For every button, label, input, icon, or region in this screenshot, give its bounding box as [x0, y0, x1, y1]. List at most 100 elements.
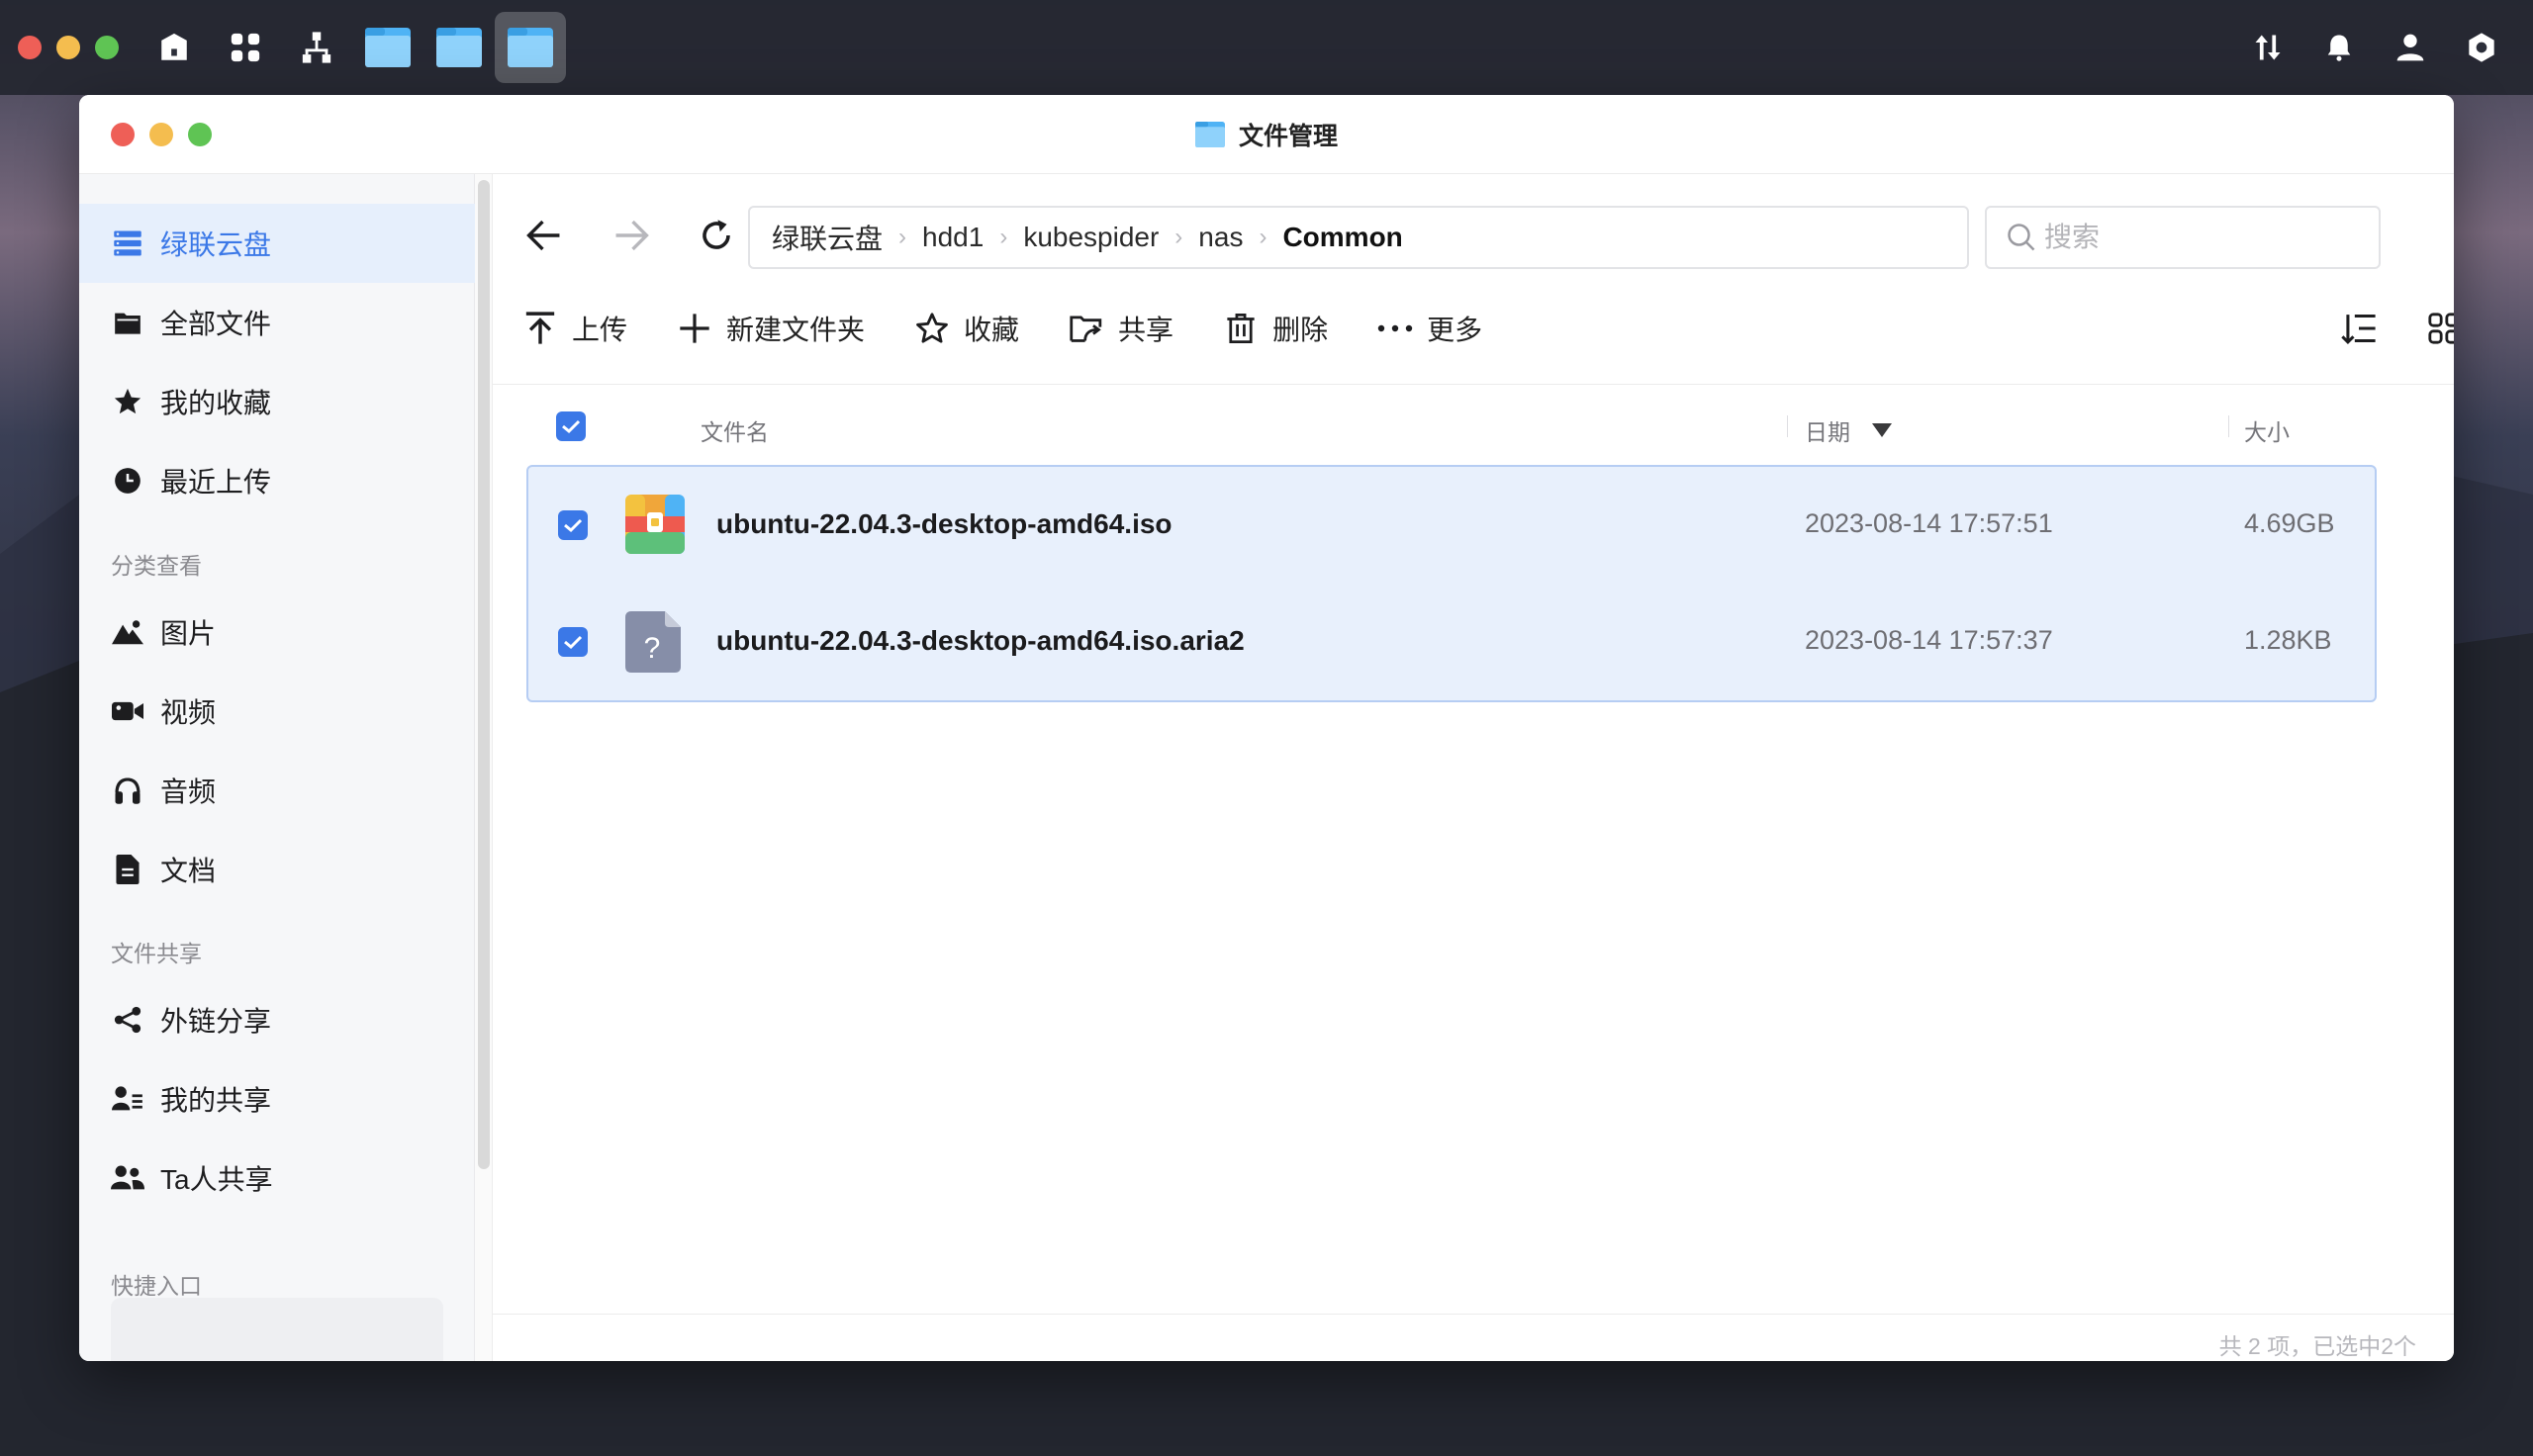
grid-view-button[interactable]	[2420, 305, 2454, 352]
file-date: 2023-08-14 17:57:37	[1805, 625, 2053, 655]
arrow-left-icon	[526, 220, 560, 251]
sidebar-item-label: Ta人共享	[160, 1164, 273, 1195]
folder-icon[interactable]	[423, 12, 495, 83]
folder-icon[interactable]	[495, 12, 566, 83]
sidebar-item-all-files[interactable]: 全部文件	[79, 283, 475, 362]
new-folder-button[interactable]: 新建文件夹	[677, 299, 865, 358]
bell-icon[interactable]	[2315, 24, 2363, 71]
file-name[interactable]: ubuntu-22.04.3-desktop-amd64.iso	[716, 508, 1173, 540]
folder-icon	[1195, 122, 1225, 147]
close-dot[interactable]	[18, 36, 42, 59]
sidebar-item-favorites[interactable]: 我的收藏	[79, 362, 475, 441]
home-icon[interactable]	[139, 12, 210, 83]
file-manager-window: 文件管理 绿联云盘 全部文件 我的收藏 最近上传 分类查看 图片 视频 音频 文…	[79, 95, 2454, 1361]
svg-text:?: ?	[644, 632, 661, 665]
column-divider[interactable]	[1787, 415, 1788, 437]
file-list-header: 文件名 日期 大小	[493, 384, 2454, 471]
sidebar-item-recent-uploads[interactable]: 最近上传	[79, 441, 475, 520]
settings-hex-icon[interactable]	[2458, 24, 2505, 71]
file-size: 4.69GB	[2244, 508, 2335, 538]
user-icon[interactable]	[2387, 24, 2434, 71]
more-button[interactable]: 更多	[1377, 299, 1482, 358]
sidebar-item-label: 全部文件	[160, 309, 272, 339]
archive-icon	[625, 495, 685, 556]
transfer-icon[interactable]	[2244, 24, 2292, 71]
check-icon	[562, 419, 581, 434]
window-title: 文件管理	[79, 117, 2454, 152]
clock-icon	[111, 464, 144, 498]
status-text: 共 2 项，已选中2个	[2218, 1333, 2416, 1359]
desktop-top-bar	[0, 0, 2533, 95]
breadcrumb-item[interactable]: kubespider	[1023, 222, 1159, 253]
sidebar-item-audio[interactable]: 音频	[79, 751, 475, 830]
video-icon	[111, 694, 144, 728]
minimize-dot[interactable]	[56, 36, 80, 59]
sort-list-icon	[2341, 315, 2376, 345]
sort-button[interactable]	[2335, 305, 2383, 352]
new-folder-label: 新建文件夹	[726, 315, 866, 345]
main-panel: 绿联云盘 › hdd1 › kubespider › nas › Common …	[493, 174, 2454, 1361]
column-header-name[interactable]: 文件名	[701, 413, 769, 447]
breadcrumb-item[interactable]: 绿联云盘	[772, 218, 883, 257]
file-row[interactable]: ubuntu-22.04.3-desktop-amd64.iso 2023-08…	[528, 467, 2375, 584]
select-all-checkbox[interactable]	[556, 411, 586, 441]
share-label: 共享	[1118, 315, 1174, 345]
sidebar-scrollbar-thumb[interactable]	[478, 180, 490, 1169]
file-name[interactable]: ubuntu-22.04.3-desktop-amd64.iso.aria2	[716, 625, 1245, 657]
share-icon	[111, 1003, 144, 1037]
chevron-right-icon: ›	[898, 224, 907, 250]
chevron-right-icon: ›	[1259, 224, 1267, 250]
sidebar-item-label: 音频	[160, 776, 217, 807]
action-toolbar: 上传 新建文件夹 收藏 共享 删除 更多	[522, 299, 1532, 358]
forward-button[interactable]	[602, 206, 661, 265]
maximize-dot[interactable]	[95, 36, 119, 59]
sidebar-item-others-shares[interactable]: Ta人共享	[79, 1138, 475, 1218]
favorite-button[interactable]: 收藏	[914, 299, 1019, 358]
row-checkbox[interactable]	[558, 510, 588, 540]
sidebar-item-images[interactable]: 图片	[79, 592, 475, 672]
user-list-icon	[111, 1082, 144, 1116]
sidebar-item-ugreen-cloud[interactable]: 绿联云盘	[79, 204, 475, 283]
sidebar-item-my-shares[interactable]: 我的共享	[79, 1059, 475, 1138]
column-divider[interactable]	[2228, 415, 2229, 437]
share-button[interactable]: 共享	[1069, 299, 1173, 358]
breadcrumb: 绿联云盘 › hdd1 › kubespider › nas › Common	[748, 206, 1969, 269]
file-row[interactable]: ? ubuntu-22.04.3-desktop-amd64.iso.aria2…	[528, 584, 2375, 700]
status-divider	[493, 1314, 2454, 1315]
breadcrumb-current[interactable]: Common	[1282, 222, 1402, 253]
sidebar-item-label: 我的收藏	[160, 388, 272, 418]
folder-icon[interactable]	[352, 12, 423, 83]
apps-grid-icon[interactable]	[210, 12, 281, 83]
breadcrumb-item[interactable]: hdd1	[922, 222, 984, 253]
headphones-icon	[111, 774, 144, 807]
sidebar-scrollbar[interactable]	[475, 174, 493, 1361]
search-icon	[2008, 224, 2035, 251]
column-header-date[interactable]: 日期	[1805, 413, 1892, 447]
check-icon	[564, 518, 583, 533]
section-label-quick: 快捷入口	[111, 1273, 202, 1299]
arrow-right-icon	[615, 220, 649, 251]
breadcrumb-item[interactable]: nas	[1198, 222, 1243, 253]
more-label: 更多	[1427, 315, 1483, 345]
back-button[interactable]	[515, 206, 574, 265]
network-icon[interactable]	[281, 12, 352, 83]
check-icon	[564, 635, 583, 650]
refresh-button[interactable]	[687, 206, 746, 265]
document-icon	[111, 853, 144, 886]
plus-icon	[677, 311, 712, 346]
column-header-size[interactable]: 大小	[2244, 413, 2290, 447]
column-header-date-label: 日期	[1805, 419, 1850, 445]
image-icon	[111, 615, 144, 649]
star-icon	[111, 385, 144, 418]
sidebar-item-videos[interactable]: 视频	[79, 672, 475, 751]
search-input[interactable]	[2044, 222, 2361, 253]
row-checkbox[interactable]	[558, 627, 588, 657]
file-size: 1.28KB	[2244, 625, 2332, 655]
delete-button[interactable]: 删除	[1223, 299, 1328, 358]
sidebar-item-documents[interactable]: 文档	[79, 830, 475, 909]
sidebar-item-link-share[interactable]: 外链分享	[79, 980, 475, 1059]
window-title-text: 文件管理	[1238, 123, 1338, 150]
upload-button[interactable]: 上传	[522, 299, 627, 358]
sidebar: 绿联云盘 全部文件 我的收藏 最近上传 分类查看 图片 视频 音频 文档 文件共…	[79, 174, 475, 1361]
favorite-label: 收藏	[964, 315, 1020, 345]
